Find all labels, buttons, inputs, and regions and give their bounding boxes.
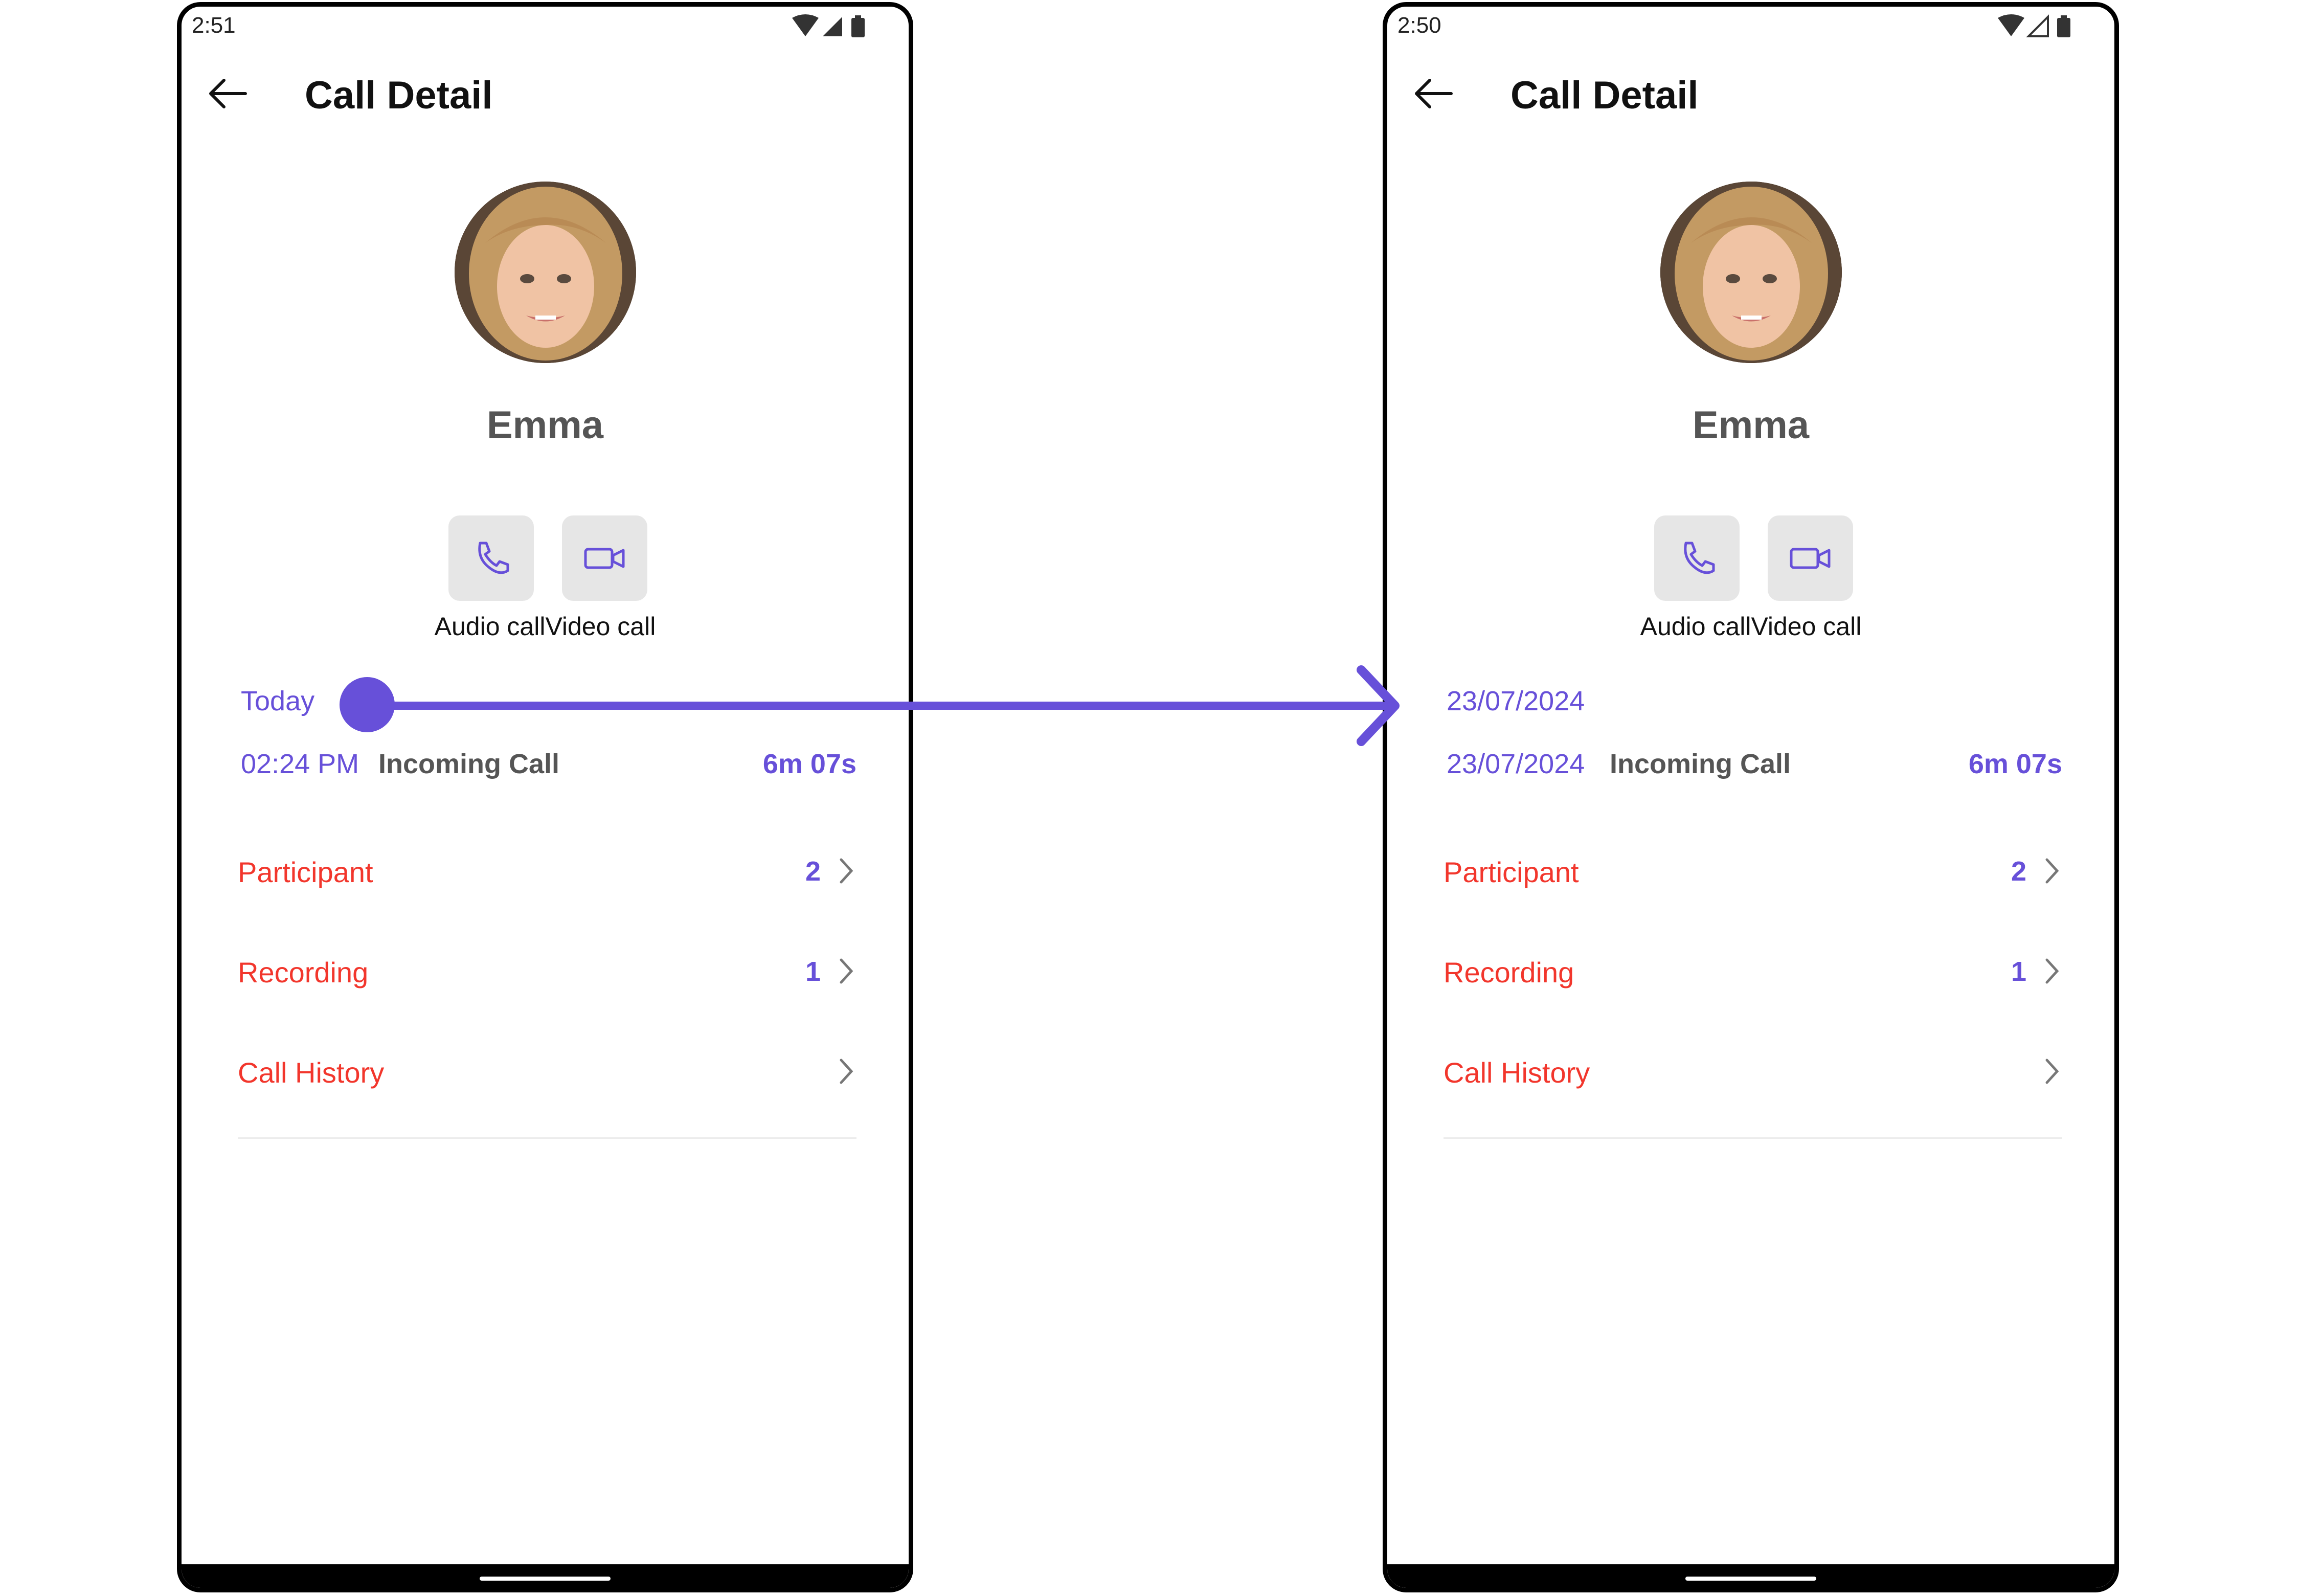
chevron-right-icon — [840, 858, 853, 884]
avatar — [1660, 182, 1842, 363]
call-action-labels: Audio callVideo call — [182, 612, 909, 641]
page-title: Call Detail — [305, 74, 493, 117]
participant-row[interactable]: Participant 2 — [1444, 835, 2062, 907]
recording-label: Recording — [238, 956, 369, 988]
call-history-row[interactable]: Call History — [1444, 1036, 2062, 1107]
date-header: 23/07/2024 — [1447, 686, 1585, 716]
recording-label: Recording — [1444, 956, 1574, 988]
phone-screen-after: 2:50 Call Detail Emma Audio callVideo ca… — [1383, 2, 2119, 1592]
date-header: Today — [241, 686, 315, 716]
chevron-right-icon — [2045, 958, 2059, 984]
video-call-label: Video call — [1751, 612, 1862, 641]
back-arrow-icon[interactable] — [1410, 71, 1456, 117]
recording-row[interactable]: Recording 1 — [1444, 935, 2062, 1007]
call-duration: 6m 07s — [1968, 749, 2062, 779]
call-duration: 6m 07s — [762, 749, 856, 779]
call-history-label: Call History — [238, 1056, 385, 1089]
participant-count: 2 — [805, 856, 821, 887]
call-history-label: Call History — [1444, 1056, 1590, 1089]
back-arrow-icon[interactable] — [205, 71, 251, 117]
wifi-icon — [792, 14, 819, 36]
divider — [1444, 1137, 2062, 1139]
participant-count: 2 — [2011, 856, 2026, 887]
call-type: Incoming Call — [1610, 749, 1791, 779]
battery-icon — [2057, 18, 2070, 37]
audio-call-label: Audio call — [434, 612, 546, 641]
chevron-right-icon — [840, 958, 853, 984]
recording-count: 1 — [2011, 956, 2026, 987]
video-call-label: Video call — [545, 612, 656, 641]
avatar — [455, 182, 636, 363]
participant-label: Participant — [1444, 856, 1579, 888]
status-time: 2:51 — [192, 13, 236, 38]
recording-row[interactable]: Recording 1 — [238, 935, 856, 1007]
phone-icon — [1683, 542, 1715, 574]
wifi-icon — [1998, 14, 2024, 36]
page-title: Call Detail — [1510, 74, 1699, 117]
call-history-row[interactable]: Call History — [238, 1036, 856, 1107]
navigation-bar — [1387, 1564, 2114, 1588]
recording-count: 1 — [805, 956, 821, 987]
avatar-photo — [455, 182, 636, 363]
participant-row[interactable]: Participant 2 — [238, 835, 856, 907]
divider — [238, 1137, 856, 1139]
home-indicator[interactable] — [1685, 1577, 1816, 1581]
phone-screen-before: 2:51 Call Detail Emma Audio callVideo ca… — [177, 2, 913, 1592]
call-action-labels: Audio callVideo call — [1387, 612, 2114, 641]
status-icons — [792, 14, 865, 37]
battery-icon — [851, 18, 865, 37]
call-time: 23/07/2024 — [1447, 749, 1585, 779]
call-type: Incoming Call — [378, 749, 560, 779]
avatar-photo — [1660, 182, 1842, 363]
audio-call-button[interactable] — [1654, 515, 1740, 601]
participant-label: Participant — [238, 856, 373, 888]
video-call-button[interactable] — [562, 515, 647, 601]
status-icons — [1998, 14, 2070, 37]
home-indicator[interactable] — [480, 1577, 611, 1581]
user-name: Emma — [486, 403, 604, 447]
video-call-button[interactable] — [1768, 515, 1853, 601]
signal-icon — [823, 17, 842, 36]
phone-icon — [478, 542, 509, 574]
user-name: Emma — [1692, 403, 1810, 447]
navigation-bar — [182, 1564, 909, 1588]
video-camera-icon — [584, 548, 624, 569]
chevron-right-icon — [2045, 1059, 2059, 1084]
signal-icon — [2026, 14, 2049, 37]
audio-call-button[interactable] — [448, 515, 534, 601]
status-time: 2:50 — [1397, 13, 1441, 38]
chevron-right-icon — [840, 1059, 853, 1084]
video-camera-icon — [1790, 548, 1830, 569]
audio-call-label: Audio call — [1640, 612, 1751, 641]
chevron-right-icon — [2045, 858, 2059, 884]
call-time: 02:24 PM — [241, 749, 359, 779]
